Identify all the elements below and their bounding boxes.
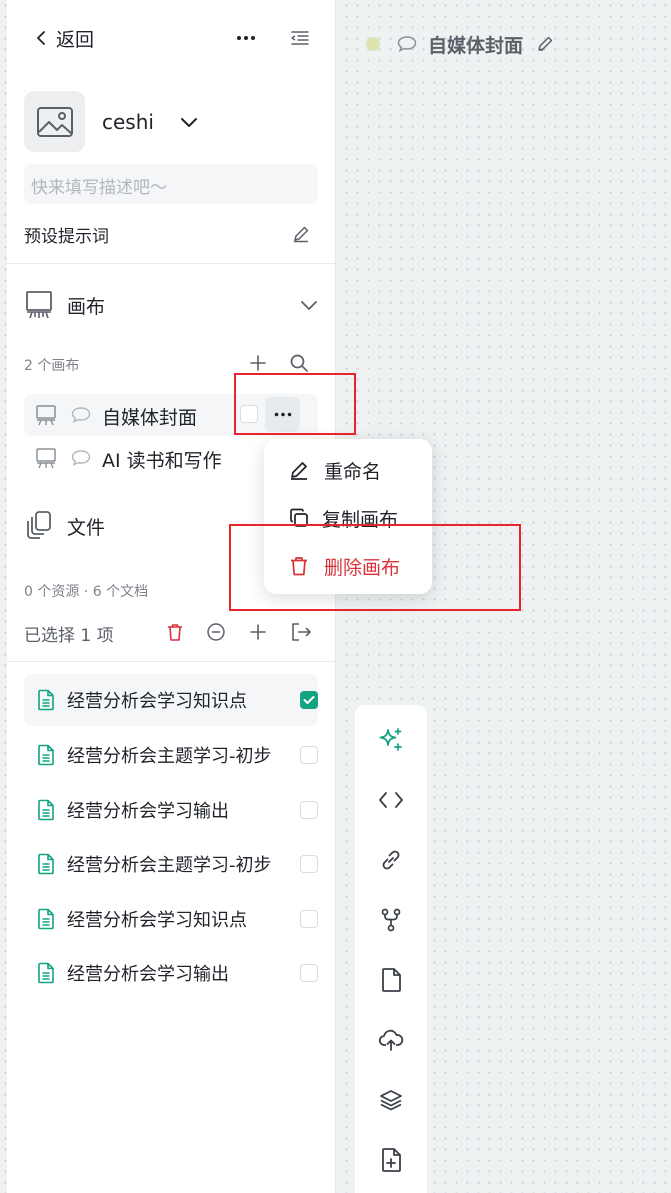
link-icon[interactable]	[373, 842, 409, 878]
deselect-icon[interactable]	[205, 621, 227, 643]
canvas-header: 自媒体封面	[366, 31, 555, 57]
canvas-section-toggle-icon[interactable]	[297, 294, 321, 316]
document-icon	[37, 744, 55, 766]
sparkle-icon[interactable]	[373, 722, 409, 758]
collapse-sidebar-icon[interactable]	[287, 26, 313, 50]
comment-icon	[396, 34, 418, 54]
branch-icon[interactable]	[373, 902, 409, 938]
document-icon	[37, 908, 55, 930]
file-list-item[interactable]: 经营分析会学习输出	[24, 784, 318, 836]
project-image-icon[interactable]	[24, 91, 85, 152]
edit-title-icon[interactable]	[535, 34, 555, 54]
file-list-item[interactable]: 经营分析会主题学习-初步	[24, 838, 318, 890]
divider	[7, 661, 336, 662]
document-icon	[37, 689, 55, 711]
project-selector[interactable]: ceshi	[102, 108, 198, 136]
file-title: 经营分析会学习输出	[67, 801, 229, 822]
search-canvas-icon[interactable]	[288, 352, 310, 374]
canvas-section-icon	[24, 289, 54, 321]
canvas-item-title: AI 读书和写作	[102, 450, 222, 472]
canvas-item-icon	[35, 447, 57, 469]
file-checkbox[interactable]	[300, 855, 318, 873]
status-dot	[366, 37, 380, 51]
document-icon	[37, 962, 55, 984]
file-checkbox[interactable]	[300, 910, 318, 928]
description-input[interactable]: 快来填写描述吧～	[24, 164, 318, 204]
canvas-count: 2 个画布	[24, 358, 80, 374]
code-icon[interactable]	[373, 782, 409, 818]
canvas-title[interactable]: 自媒体封面	[428, 31, 523, 58]
file-title: 经营分析会主题学习-初步	[67, 855, 272, 876]
cloud-upload-icon[interactable]	[373, 1022, 409, 1058]
file-list-item[interactable]: 经营分析会学习知识点	[24, 674, 318, 726]
comment-icon	[70, 448, 92, 468]
file-checkbox[interactable]	[300, 801, 318, 819]
canvas-item-icon	[35, 404, 57, 426]
file-plus-icon[interactable]	[373, 1142, 409, 1178]
canvas-toolbar	[355, 705, 427, 1193]
file-checkbox[interactable]	[300, 691, 318, 709]
divider	[7, 263, 336, 264]
canvas-section-title: 画布	[67, 296, 106, 318]
file-title: 经营分析会学习知识点	[67, 910, 247, 931]
highlight-box	[234, 373, 356, 435]
file-list-item[interactable]: 经营分析会学习知识点	[24, 893, 318, 945]
edit-preset-icon[interactable]	[289, 222, 313, 246]
file-title: 经营分析会主题学习-初步	[67, 746, 272, 767]
more-icon[interactable]	[231, 26, 261, 50]
files-section-title: 文件	[67, 517, 106, 539]
project-name: ceshi	[102, 110, 154, 134]
export-icon[interactable]	[289, 621, 313, 643]
description-placeholder: 快来填写描述吧～	[31, 178, 167, 198]
canvas-item-title: 自媒体封面	[102, 407, 198, 429]
comment-icon	[70, 405, 92, 425]
file-checkbox[interactable]	[300, 746, 318, 764]
highlight-box	[229, 524, 521, 611]
rename-label: 重命名	[324, 460, 382, 483]
layers-icon[interactable]	[373, 1082, 409, 1118]
file-list-item[interactable]: 经营分析会学习输出	[24, 947, 318, 999]
files-section-icon	[24, 509, 54, 541]
files-stats: 0 个资源 · 6 个文档	[24, 584, 149, 600]
file-list-item[interactable]: 经营分析会主题学习-初步	[24, 729, 318, 781]
chevron-left-icon	[34, 29, 48, 47]
add-canvas-icon[interactable]	[247, 352, 269, 374]
selected-count: 已选择 1 项	[24, 626, 114, 646]
document-icon	[37, 853, 55, 875]
delete-selected-icon[interactable]	[164, 620, 186, 644]
add-file-icon[interactable]	[247, 621, 269, 643]
back-label: 返回	[56, 28, 95, 51]
rename-menu-item[interactable]: 重命名	[288, 455, 381, 485]
document-icon	[37, 799, 55, 821]
chevron-down-icon	[180, 116, 198, 128]
preset-prompt-label: 预设提示词	[24, 227, 109, 247]
file-icon[interactable]	[373, 962, 409, 998]
back-button[interactable]: 返回	[34, 24, 94, 52]
file-title: 经营分析会学习知识点	[67, 691, 247, 712]
pencil-icon	[288, 459, 310, 481]
file-checkbox[interactable]	[300, 964, 318, 982]
file-title: 经营分析会学习输出	[67, 964, 229, 985]
